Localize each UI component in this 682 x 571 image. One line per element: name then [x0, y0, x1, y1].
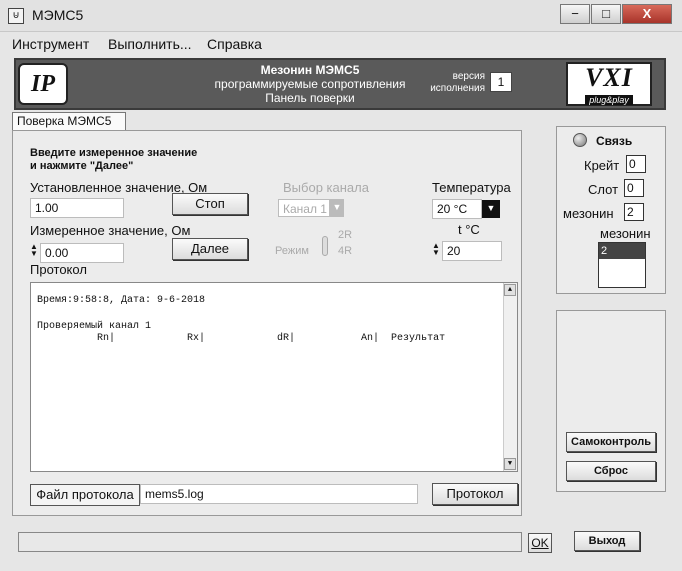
- mode-label: Режим: [275, 245, 309, 257]
- instruction-line2: и нажмите "Далее": [30, 160, 134, 172]
- next-button[interactable]: Далее: [172, 238, 248, 260]
- mezzanine-list-item[interactable]: 2: [599, 243, 645, 259]
- measured-spinner-icon[interactable]: ▲ ▼: [30, 243, 38, 258]
- tab-verification[interactable]: Поверка МЭМС5: [12, 112, 126, 130]
- version-value: 1: [490, 72, 512, 92]
- mezzanine-listbox[interactable]: 2: [598, 242, 646, 288]
- temperature-spinner-icon[interactable]: ▲ ▼: [432, 242, 440, 257]
- reset-button[interactable]: Сброс: [566, 461, 656, 481]
- connection-led-icon: [573, 133, 587, 147]
- channel-dropdown-icon[interactable]: ▼: [330, 199, 344, 217]
- window-title: МЭМС5: [32, 7, 84, 23]
- menu-instrument[interactable]: Инструмент: [12, 36, 89, 52]
- exit-button[interactable]: Выход: [574, 531, 640, 551]
- protocol-line: Проверяемый канал 1: [37, 321, 152, 332]
- crate-label: Крейт: [584, 158, 620, 173]
- close-button[interactable]: X: [622, 4, 672, 24]
- menu-help[interactable]: Справка: [207, 36, 262, 52]
- instruction-line1: Введите измеренное значение: [30, 147, 198, 159]
- scroll-down-icon[interactable]: ▼: [504, 458, 516, 470]
- vxi-logo-text: VXI: [585, 63, 633, 92]
- temperature-label: Температура: [432, 180, 511, 195]
- slot-label: Слот: [588, 182, 619, 197]
- channel-select[interactable]: Канал 1: [278, 199, 330, 217]
- protocol-line: Rn| Rx| dR| An| Результат: [37, 333, 446, 344]
- t-celsius-label: t °C: [458, 222, 480, 237]
- company-logo: IP: [18, 63, 68, 105]
- app-window-icon[interactable]: ⊍: [8, 8, 24, 24]
- set-value-field[interactable]: 1.00: [30, 198, 124, 218]
- mode-toggle-switch[interactable]: [322, 236, 328, 256]
- mezzanine-label: мезонин: [563, 206, 614, 221]
- measured-value-field[interactable]: 0.00: [40, 243, 124, 263]
- mezzanine-list-label: мезонин: [600, 226, 651, 241]
- protocol-line: Время:9:58:8, Дата: 9-6-2018: [37, 295, 206, 306]
- crate-field[interactable]: 0: [626, 155, 646, 173]
- protocol-file-label: Файл протокола: [30, 484, 140, 506]
- stop-button[interactable]: Стоп: [172, 193, 248, 215]
- protocol-label: Протокол: [30, 262, 87, 277]
- protocol-file-field[interactable]: mems5.log: [140, 484, 418, 504]
- channel-label: Выбор канала: [283, 180, 369, 195]
- ok-button[interactable]: OK: [528, 533, 552, 553]
- protocol-scrollbar[interactable]: ▲ ▼: [503, 283, 517, 471]
- mode-option-2r[interactable]: 2R: [338, 229, 352, 241]
- measured-value-label: Измеренное значение, Ом: [30, 223, 191, 238]
- selftest-button[interactable]: Самоконтроль: [566, 432, 656, 452]
- temperature-field[interactable]: 20: [442, 241, 502, 261]
- scroll-up-icon[interactable]: ▲: [504, 284, 516, 296]
- protocol-textarea[interactable]: Время:9:58:8, Дата: 9-6-2018 Проверяемый…: [30, 282, 518, 472]
- vxi-logo: VXI plug&play: [566, 62, 652, 106]
- mezzanine-field[interactable]: 2: [624, 203, 644, 221]
- temperature-dropdown-icon[interactable]: ▼: [482, 200, 500, 218]
- connection-label: Связь: [596, 134, 633, 148]
- vxi-logo-subtext: plug&play: [585, 95, 633, 105]
- maximize-button[interactable]: □: [591, 4, 621, 24]
- status-bar: [18, 532, 522, 552]
- slot-field[interactable]: 0: [624, 179, 644, 197]
- version-label: версия исполнения: [430, 71, 485, 94]
- mode-option-4r[interactable]: 4R: [338, 245, 352, 257]
- temperature-select[interactable]: 20 °C: [432, 199, 482, 219]
- protocol-button[interactable]: Протокол: [432, 483, 518, 505]
- minimize-button[interactable]: −: [560, 4, 590, 24]
- menu-run[interactable]: Выполнить...: [108, 36, 192, 52]
